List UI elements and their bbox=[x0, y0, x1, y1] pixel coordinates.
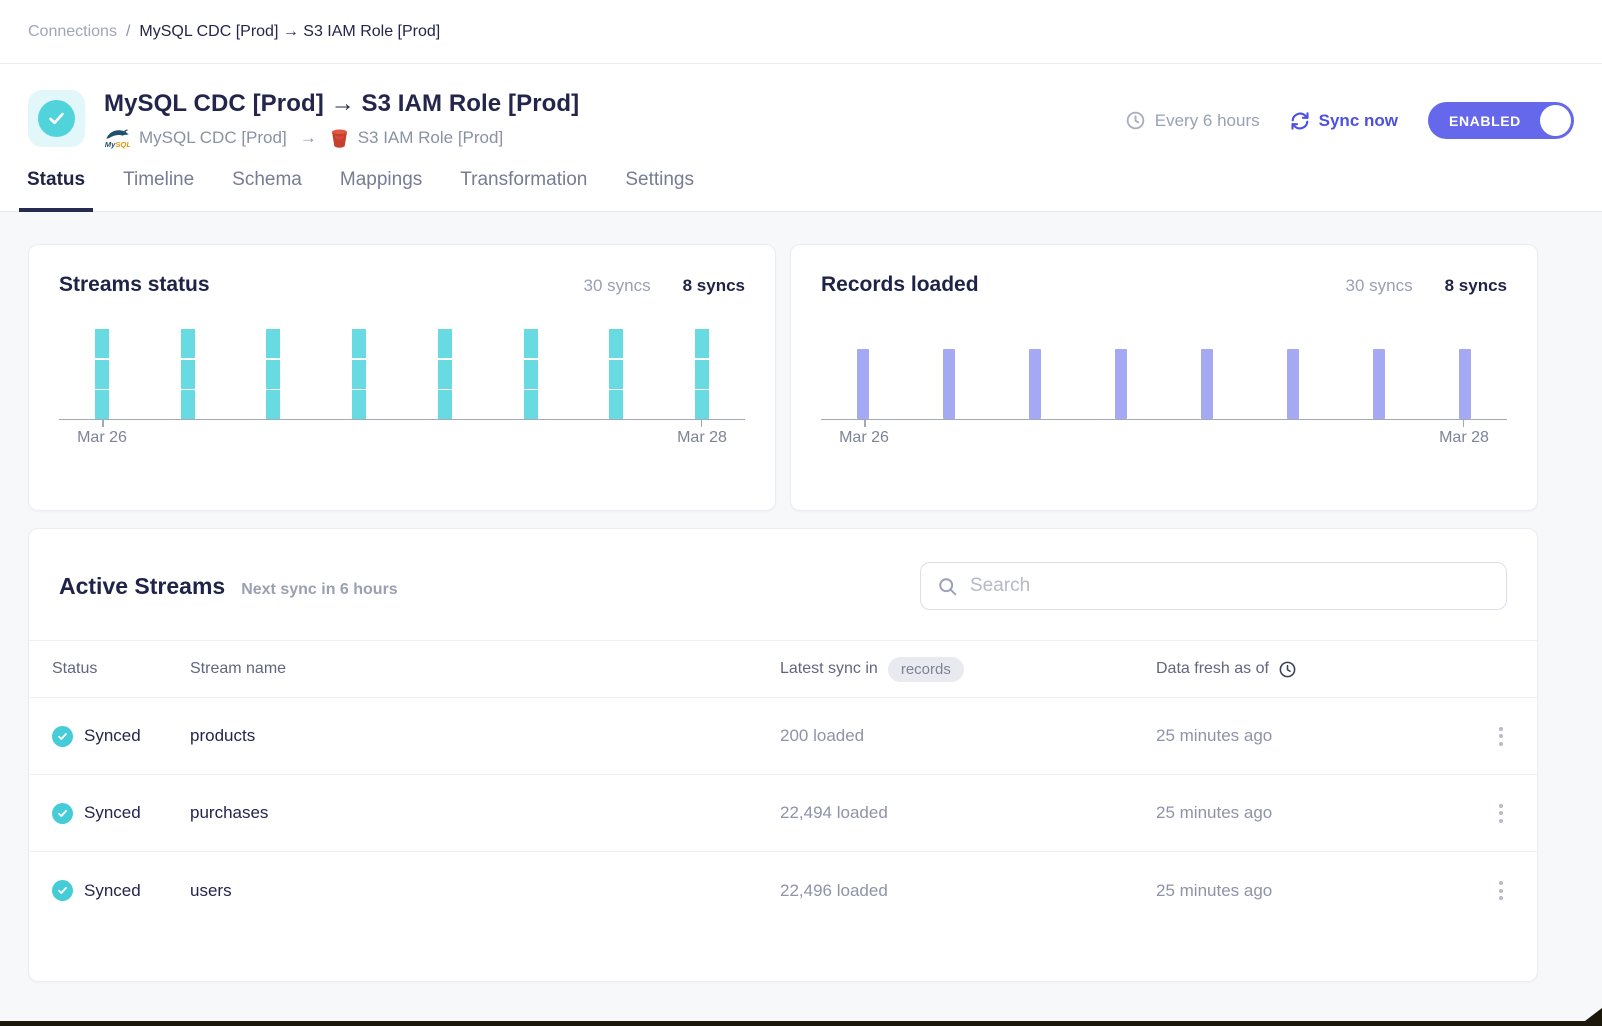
col-status: Status bbox=[52, 660, 190, 678]
sync-bar[interactable] bbox=[181, 329, 195, 419]
page-title: MySQL CDC [Prod] → S3 IAM Role [Prod] bbox=[104, 90, 1125, 118]
sync-bar[interactable] bbox=[352, 329, 366, 419]
search-icon bbox=[937, 576, 958, 597]
sync-bar[interactable] bbox=[1459, 349, 1471, 419]
sync-bar[interactable] bbox=[1373, 349, 1385, 419]
row-menu-button[interactable] bbox=[1491, 875, 1511, 906]
sync-bar[interactable] bbox=[857, 349, 869, 419]
toggle-knob bbox=[1540, 105, 1571, 136]
sync-bar[interactable] bbox=[95, 329, 109, 419]
mysql-logo-icon: MySQL bbox=[104, 127, 130, 149]
tab-transformation[interactable]: Transformation bbox=[452, 153, 595, 212]
destination-name: S3 IAM Role [Prod] bbox=[358, 128, 504, 148]
syncs-window-label[interactable]: 8 syncs bbox=[1445, 276, 1507, 296]
records-loaded: 22,496 loaded bbox=[780, 881, 1156, 901]
tab-settings[interactable]: Settings bbox=[617, 153, 702, 212]
status-badge: Synced bbox=[84, 726, 141, 746]
schedule-label: Every 6 hours bbox=[1155, 111, 1260, 131]
sync-bar[interactable] bbox=[695, 329, 709, 419]
table-row-purchases: Synced purchases 22,494 loaded 25 minute… bbox=[29, 775, 1537, 852]
breadcrumb-current: MySQL CDC [Prod] → S3 IAM Role [Prod] bbox=[139, 23, 440, 41]
table-row-users: Synced users 22,496 loaded 25 minutes ag… bbox=[29, 852, 1537, 929]
sync-schedule: Every 6 hours bbox=[1125, 110, 1260, 131]
syncs-window-label[interactable]: 8 syncs bbox=[683, 276, 745, 296]
bottom-dark-strip bbox=[0, 1021, 1602, 1026]
table-header: Status Stream name Latest sync in record… bbox=[29, 640, 1537, 698]
connection-status-icon bbox=[28, 90, 85, 147]
synced-check-icon bbox=[52, 726, 73, 747]
bar-chart: Mar 26 Mar 28 bbox=[821, 327, 1507, 446]
enabled-toggle[interactable]: ENABLED bbox=[1428, 102, 1574, 139]
stream-name: users bbox=[190, 881, 780, 901]
tab-status[interactable]: Status bbox=[19, 153, 93, 212]
active-streams-card: Active Streams Next sync in 6 hours Stat… bbox=[28, 528, 1538, 982]
sync-bar[interactable] bbox=[1029, 349, 1041, 419]
data-fresh: 25 minutes ago bbox=[1156, 881, 1467, 901]
sync-now-label: Sync now bbox=[1319, 111, 1398, 131]
breadcrumb-separator: / bbox=[126, 23, 130, 41]
x-tick-first: Mar 26 bbox=[839, 429, 889, 447]
sync-bar[interactable] bbox=[1115, 349, 1127, 419]
arrow-icon: → bbox=[300, 128, 317, 148]
connection-header: MySQL CDC [Prod] → S3 IAM Role [Prod] My… bbox=[0, 64, 1602, 153]
data-fresh: 25 minutes ago bbox=[1156, 726, 1467, 746]
col-stream-name: Stream name bbox=[190, 660, 780, 678]
x-tick-last: Mar 28 bbox=[677, 429, 727, 447]
bar-chart: Mar 26 Mar 28 bbox=[59, 327, 745, 446]
records-loaded: 22,494 loaded bbox=[780, 803, 1156, 823]
x-tick-last: Mar 28 bbox=[1439, 429, 1489, 447]
stream-name: purchases bbox=[190, 803, 780, 823]
next-sync-label: Next sync in 6 hours bbox=[241, 581, 398, 599]
search-input[interactable] bbox=[970, 575, 1490, 597]
sync-bar[interactable] bbox=[609, 329, 623, 419]
refresh-icon bbox=[1290, 111, 1310, 131]
col-data-fresh: Data fresh as of bbox=[1156, 660, 1269, 678]
row-menu-button[interactable] bbox=[1491, 798, 1511, 829]
clock-icon bbox=[1125, 110, 1146, 131]
sync-bar[interactable] bbox=[438, 329, 452, 419]
enabled-toggle-label: ENABLED bbox=[1449, 113, 1521, 129]
tab-bar: Status Timeline Schema Mappings Transfor… bbox=[0, 153, 1602, 212]
streams-status-card: Streams status 30 syncs 8 syncs Mar 26 M… bbox=[28, 244, 776, 511]
chart-title: Records loaded bbox=[821, 273, 979, 297]
active-streams-title: Active Streams bbox=[59, 573, 225, 600]
synced-check-icon bbox=[52, 803, 73, 824]
check-circle-icon bbox=[38, 100, 75, 137]
chart-title: Streams status bbox=[59, 273, 210, 297]
bars-row bbox=[59, 327, 745, 419]
x-tick-first: Mar 26 bbox=[77, 429, 127, 447]
tab-schema[interactable]: Schema bbox=[224, 153, 310, 212]
s3-bucket-icon bbox=[330, 128, 349, 149]
tab-mappings[interactable]: Mappings bbox=[332, 153, 430, 212]
sync-bar[interactable] bbox=[943, 349, 955, 419]
syncs-total-label[interactable]: 30 syncs bbox=[584, 276, 651, 296]
table-row-products: Synced products 200 loaded 25 minutes ag… bbox=[29, 698, 1537, 775]
source-name: MySQL CDC [Prod] bbox=[139, 128, 287, 148]
records-loaded-card: Records loaded 30 syncs 8 syncs Mar 26 M… bbox=[790, 244, 1538, 511]
breadcrumb-connections-link[interactable]: Connections bbox=[28, 23, 117, 41]
status-badge: Synced bbox=[84, 881, 141, 901]
bottom-corner-wedge bbox=[1585, 1008, 1602, 1021]
synced-check-icon bbox=[52, 880, 73, 901]
sync-bar[interactable] bbox=[1201, 349, 1213, 419]
records-loaded: 200 loaded bbox=[780, 726, 1156, 746]
sync-bar[interactable] bbox=[266, 329, 280, 419]
bars-row bbox=[821, 327, 1507, 419]
svg-text:MySQL: MySQL bbox=[105, 140, 130, 149]
syncs-total-label[interactable]: 30 syncs bbox=[1346, 276, 1413, 296]
clock-icon bbox=[1278, 660, 1297, 679]
records-badge[interactable]: records bbox=[888, 657, 964, 682]
status-badge: Synced bbox=[84, 803, 141, 823]
sync-now-button[interactable]: Sync now bbox=[1290, 111, 1398, 131]
breadcrumb: Connections / MySQL CDC [Prod] → S3 IAM … bbox=[0, 0, 1602, 64]
data-fresh: 25 minutes ago bbox=[1156, 803, 1467, 823]
col-latest-sync: Latest sync in bbox=[780, 660, 878, 678]
row-menu-button[interactable] bbox=[1491, 721, 1511, 752]
stream-name: products bbox=[190, 726, 780, 746]
sync-bar[interactable] bbox=[1287, 349, 1299, 419]
tab-timeline[interactable]: Timeline bbox=[115, 153, 202, 212]
sync-bar[interactable] bbox=[524, 329, 538, 419]
stream-search[interactable] bbox=[920, 562, 1507, 610]
